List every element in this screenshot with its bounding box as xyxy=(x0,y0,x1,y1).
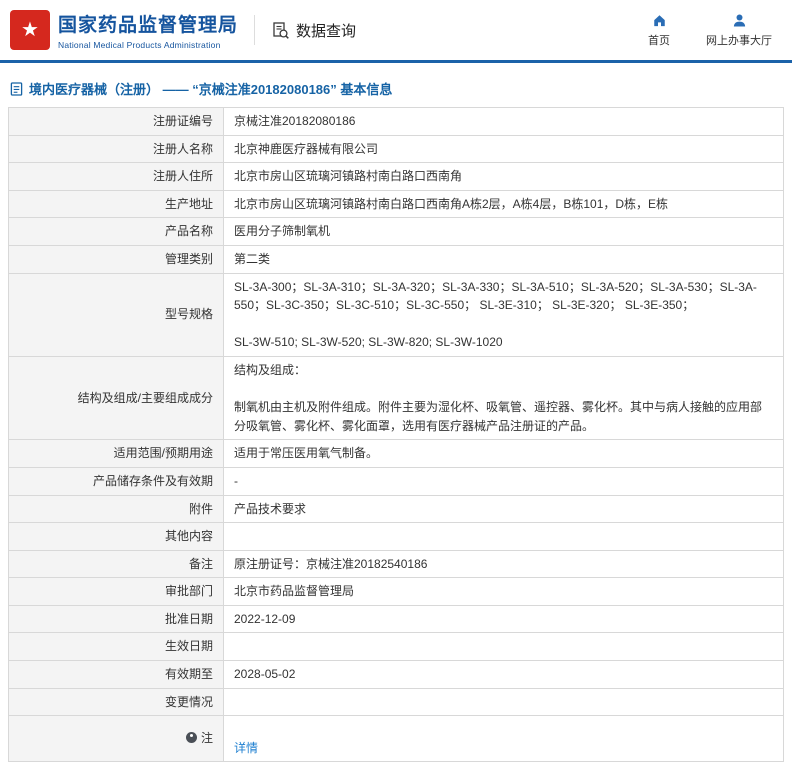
header-nav: 首页 网上办事大厅 xyxy=(642,13,778,48)
table-row: 产品储存条件及有效期 - xyxy=(8,466,784,496)
row-value: 结构及组成： 制氧机由主机及附件组成。附件主要为湿化杯、吸氧管、遥控器、雾化杯。… xyxy=(223,355,784,441)
row-value: 2028-05-02 xyxy=(223,660,784,689)
table-row: 生效日期 xyxy=(8,632,784,662)
table-row: 注册人住所 北京市房山区琉璃河镇路村南白路口西南角 xyxy=(8,162,784,191)
row-value: - xyxy=(223,466,784,496)
note-label-text: 注 xyxy=(200,730,213,745)
table-row-note: 注 详情 xyxy=(8,715,784,763)
row-value: 适用于常压医用氧气制备。 xyxy=(223,439,784,468)
row-label: 生效日期 xyxy=(8,632,224,662)
table-row: 注册证编号 京械注准20182080186 xyxy=(8,107,784,136)
national-emblem-icon: ★ xyxy=(10,10,50,50)
table-row: 管理类别 第二类 xyxy=(8,244,784,274)
registration-info-table: 注册证编号 京械注准20182080186 注册人名称 北京神鹿医疗器械有限公司… xyxy=(8,107,784,763)
data-query-label: 数据查询 xyxy=(296,22,357,40)
detail-link[interactable]: 详情 xyxy=(234,741,258,755)
table-row: 有效期至 2028-05-02 xyxy=(8,660,784,689)
document-search-icon xyxy=(271,21,290,40)
row-value: 京械注准20182080186 xyxy=(223,107,784,136)
header: ★ 国家药品监督管理局 National Medical Products Ad… xyxy=(0,0,792,60)
row-label: 其他内容 xyxy=(8,522,224,551)
row-label: 批准日期 xyxy=(8,604,224,634)
row-label: 变更情况 xyxy=(8,687,224,717)
table-row: 结构及组成/主要组成成分 结构及组成： 制氧机由主机及附件组成。附件主要为湿化杯… xyxy=(8,355,784,441)
table-row: 注册人名称 北京神鹿医疗器械有限公司 xyxy=(8,134,784,164)
nav-online-hall[interactable]: 网上办事大厅 xyxy=(706,13,772,48)
table-row: 备注 原注册证号：京械注准20182540186 xyxy=(8,549,784,579)
agency-name-en: National Medical Products Administration xyxy=(58,40,221,50)
table-row: 批准日期 2022-12-09 xyxy=(8,604,784,634)
row-value: 北京神鹿医疗器械有限公司 xyxy=(223,134,784,164)
table-row: 其他内容 xyxy=(8,522,784,551)
home-icon xyxy=(652,13,667,28)
page-title: 境内医疗器械（注册） —— “京械注准20182080186” 基本信息 xyxy=(10,79,782,98)
row-value xyxy=(223,632,784,662)
nav-online-hall-label: 网上办事大厅 xyxy=(706,34,772,47)
row-value xyxy=(223,522,784,551)
row-label: 注册人名称 xyxy=(8,134,224,164)
row-value: 医用分子筛制氧机 xyxy=(223,217,784,246)
page-title-text: 境内医疗器械（注册） —— “京械注准20182080186” 基本信息 xyxy=(29,82,393,97)
header-accent-line xyxy=(0,60,792,63)
row-label: 审批部门 xyxy=(8,577,224,606)
row-value xyxy=(223,687,784,717)
table-row: 型号规格 SL-3A-300；SL-3A-310；SL-3A-320；SL-3A… xyxy=(8,272,784,357)
row-label: 结构及组成/主要组成成分 xyxy=(8,355,224,441)
row-value: 北京市房山区琉璃河镇路村南白路口西南角A栋2层，A栋4层，B栋101，D栋，E栋 xyxy=(223,189,784,219)
row-label: 注册人住所 xyxy=(8,162,224,191)
table-row: 产品名称 医用分子筛制氧机 xyxy=(8,217,784,246)
header-divider xyxy=(254,15,256,45)
row-label: 型号规格 xyxy=(8,272,224,357)
data-query-section: 数据查询 xyxy=(271,20,356,41)
person-icon xyxy=(732,13,747,28)
row-value: 原注册证号：京械注准20182540186 xyxy=(223,549,784,579)
row-value: 详情 xyxy=(223,715,784,763)
agency-brand: ★ 国家药品监督管理局 National Medical Products Ad… xyxy=(10,10,238,50)
table-row: 审批部门 北京市药品监督管理局 xyxy=(8,577,784,606)
row-label: 注册证编号 xyxy=(8,107,224,136)
row-label: 备注 xyxy=(8,549,224,579)
row-value: 第二类 xyxy=(223,244,784,274)
nav-home[interactable]: 首页 xyxy=(642,13,676,48)
row-value: 北京市药品监督管理局 xyxy=(223,577,784,606)
row-label: 生产地址 xyxy=(8,189,224,219)
row-value: 北京市房山区琉璃河镇路村南白路口西南角 xyxy=(223,162,784,191)
row-value: 2022-12-09 xyxy=(223,604,784,634)
table-row: 附件 产品技术要求 xyxy=(8,494,784,524)
row-label: 附件 xyxy=(8,494,224,524)
agency-title-block: 国家药品监督管理局 National Medical Products Admi… xyxy=(58,10,238,50)
row-value: SL-3A-300；SL-3A-310；SL-3A-320；SL-3A-330；… xyxy=(223,272,784,357)
nav-home-label: 首页 xyxy=(648,34,670,47)
row-label: 产品名称 xyxy=(8,217,224,246)
note-icon xyxy=(185,732,197,744)
row-label: 管理类别 xyxy=(8,244,224,274)
row-label: 注 xyxy=(8,715,224,763)
row-value: 产品技术要求 xyxy=(223,494,784,524)
row-label: 有效期至 xyxy=(8,660,224,689)
table-row: 变更情况 xyxy=(8,687,784,717)
table-row: 生产地址 北京市房山区琉璃河镇路村南白路口西南角A栋2层，A栋4层，B栋101，… xyxy=(8,189,784,219)
row-label: 适用范围/预期用途 xyxy=(8,439,224,468)
table-row: 适用范围/预期用途 适用于常压医用氧气制备。 xyxy=(8,439,784,468)
document-icon xyxy=(10,81,23,96)
row-label: 产品储存条件及有效期 xyxy=(8,466,224,496)
agency-name-cn: 国家药品监督管理局 xyxy=(58,15,239,36)
